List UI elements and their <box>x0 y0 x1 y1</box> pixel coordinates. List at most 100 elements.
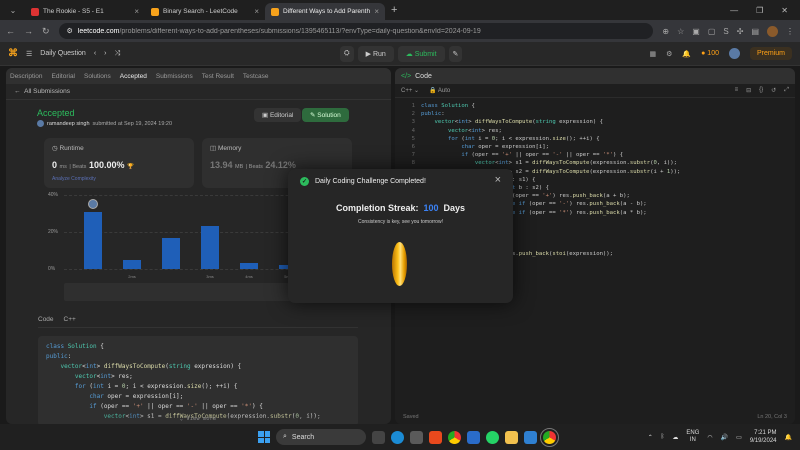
extension-icon[interactable]: ▢ <box>708 27 716 36</box>
store-icon[interactable] <box>467 430 480 444</box>
menu-icon[interactable]: ⋮ <box>786 27 794 36</box>
sidepanel-icon[interactable]: ▤ <box>751 27 759 36</box>
solution-label: Solution <box>317 112 341 119</box>
language-select[interactable]: C++ ⌄ <box>401 87 419 94</box>
profile-avatar[interactable] <box>767 25 778 37</box>
left-tabs: Description Editorial Solutions Accepted… <box>6 68 391 84</box>
search-icon: ⌕ <box>283 433 287 440</box>
whatsapp-icon[interactable] <box>486 430 499 444</box>
extension-icon[interactable]: ▣ <box>692 27 700 36</box>
browser-tab-2[interactable]: Binary Search - LeetCode × <box>145 3 265 20</box>
back-label: All Submissions <box>24 88 71 95</box>
modal-close-icon[interactable]: × <box>495 174 501 186</box>
histogram-bar[interactable] <box>84 211 102 269</box>
chrome-active-icon[interactable] <box>540 427 559 447</box>
battery-icon[interactable]: ▭ <box>736 434 742 441</box>
histogram-bar[interactable] <box>240 263 258 269</box>
tab-close-icon[interactable]: × <box>134 7 139 16</box>
daily-question-label[interactable]: Daily Question <box>40 50 86 57</box>
tab-close-icon[interactable]: × <box>254 7 259 16</box>
onedrive-icon[interactable]: ☁ <box>672 434 678 441</box>
reload-icon[interactable]: ↻ <box>42 26 50 37</box>
new-tab-button[interactable]: + <box>391 4 397 16</box>
next-problem-icon[interactable]: › <box>104 50 106 57</box>
debug-icon[interactable]: ⛭ <box>340 45 354 62</box>
user-avatar[interactable] <box>728 48 740 59</box>
reset-icon[interactable]: ↺ <box>771 87 776 94</box>
tab-submissions[interactable]: Submissions <box>156 73 193 80</box>
system-tray: ⌃ ᛒ ☁ ENG IN ◠ 🔊 ▭ 7:21 PM 9/19/2024 🔔 <box>648 429 792 445</box>
tab-favicon-icon <box>271 7 279 16</box>
editor-tab-code[interactable]: Code <box>415 73 432 80</box>
view-more-button[interactable]: ⌄ View more <box>38 414 358 424</box>
extension-icons: ⊕ ☆ ▣ ▢ S ✣ ▤ ⋮ <box>662 25 794 37</box>
taskbar-search[interactable]: ⌕ Search <box>276 429 366 445</box>
minimize-icon[interactable]: — <box>730 6 738 15</box>
prev-problem-icon[interactable]: ‹ <box>94 50 96 57</box>
run-button[interactable]: ▶ Run <box>357 45 394 62</box>
bookmark-star-icon[interactable]: ☆ <box>677 27 684 36</box>
notes-icon[interactable]: ✎ <box>448 45 463 62</box>
bookmark-icon[interactable]: ⊟ <box>746 87 751 94</box>
puzzle-icon[interactable]: ✣ <box>737 27 744 36</box>
premium-button[interactable]: Premium <box>749 47 792 60</box>
histogram-bar[interactable] <box>123 259 141 269</box>
back-icon[interactable]: ← <box>6 26 15 36</box>
all-submissions-link[interactable]: ← All Submissions <box>6 84 391 100</box>
editorial-button[interactable]: ▣ Editorial <box>254 108 302 122</box>
editor-footer: Saved Ln 20, Col 3 <box>395 410 795 424</box>
chrome-icon[interactable] <box>448 430 461 444</box>
tab-description[interactable]: Description <box>10 73 43 80</box>
tab-accepted[interactable]: Accepted <box>120 73 147 80</box>
tab-editorial[interactable]: Editorial <box>52 73 75 80</box>
notification-bell-icon[interactable]: 🔔 <box>785 434 792 441</box>
braces-icon[interactable]: {} <box>759 87 763 94</box>
notifications-icon[interactable]: 🔔 <box>682 50 691 58</box>
edge-icon[interactable] <box>391 430 404 444</box>
tab-close-icon[interactable]: × <box>374 7 379 16</box>
modal-subtitle: Consistency is key, see you tomorrow! <box>358 219 443 225</box>
histogram-bar[interactable] <box>162 237 180 269</box>
volume-icon[interactable]: 🔊 <box>721 434 728 441</box>
author-name[interactable]: ramandeep singh <box>47 121 90 127</box>
shuffle-icon[interactable]: ⤨ <box>115 50 121 58</box>
coins-count[interactable]: ● 100 <box>701 50 719 57</box>
file-explorer-icon[interactable] <box>505 430 518 444</box>
memory-label: ◫ Memory <box>210 145 242 152</box>
settings-icon[interactable]: ⚙ <box>666 50 672 58</box>
browser-tab-1[interactable]: The Rookie - S5 - E1 × <box>25 3 145 20</box>
task-view-icon[interactable] <box>372 430 385 444</box>
leetcode-logo-icon[interactable]: ⌘ <box>8 48 18 59</box>
tray-chevron-icon[interactable]: ⌃ <box>648 434 653 441</box>
clock[interactable]: 7:21 PM 9/19/2024 <box>750 429 777 445</box>
format-icon[interactable]: ≡ <box>735 87 739 94</box>
browser-tab-3[interactable]: Different Ways to Add Parenth × <box>265 3 385 20</box>
submit-button[interactable]: ☁ Submit <box>397 45 445 62</box>
tab-testcase[interactable]: Testcase <box>243 73 269 80</box>
restore-icon[interactable]: ❐ <box>756 6 763 15</box>
bluetooth-icon[interactable]: ᛒ <box>661 434 665 440</box>
windows-start-icon[interactable] <box>258 431 270 443</box>
runtime-card[interactable]: ◷ Runtime 0 ms | Beats 100.00% 🏆 Analyze… <box>44 138 194 188</box>
close-window-icon[interactable]: ✕ <box>781 6 788 15</box>
zoom-icon[interactable]: ⊕ <box>662 27 669 36</box>
url-field[interactable]: ⚙ leetcode.com/problems/different-ways-t… <box>58 23 654 39</box>
site-info-icon[interactable]: ⚙ <box>67 27 73 35</box>
fullscreen-icon[interactable]: ⤢ <box>784 87 789 94</box>
solution-button[interactable]: ✎ Solution <box>302 108 349 122</box>
forward-icon[interactable]: → <box>24 26 33 36</box>
auto-mode[interactable]: 🔒 Auto <box>429 87 450 94</box>
wifi-icon[interactable]: ◠ <box>707 434 712 441</box>
language-indicator[interactable]: ENG IN <box>686 430 699 444</box>
problem-list-icon[interactable]: ☰ <box>26 50 32 58</box>
extension-icon[interactable]: S <box>723 27 728 36</box>
tab-test-result[interactable]: Test Result <box>202 73 234 80</box>
layout-icon[interactable]: ▦ <box>649 50 656 58</box>
copilot-icon[interactable] <box>410 430 423 444</box>
histogram-bar[interactable] <box>201 226 219 269</box>
vscode-icon[interactable] <box>524 430 537 444</box>
tab-search-icon[interactable]: ⌄ <box>4 3 22 17</box>
brave-icon[interactable] <box>429 430 442 444</box>
analyze-complexity-link[interactable]: Analyze Complexity <box>52 176 186 182</box>
tab-solutions[interactable]: Solutions <box>84 73 111 80</box>
